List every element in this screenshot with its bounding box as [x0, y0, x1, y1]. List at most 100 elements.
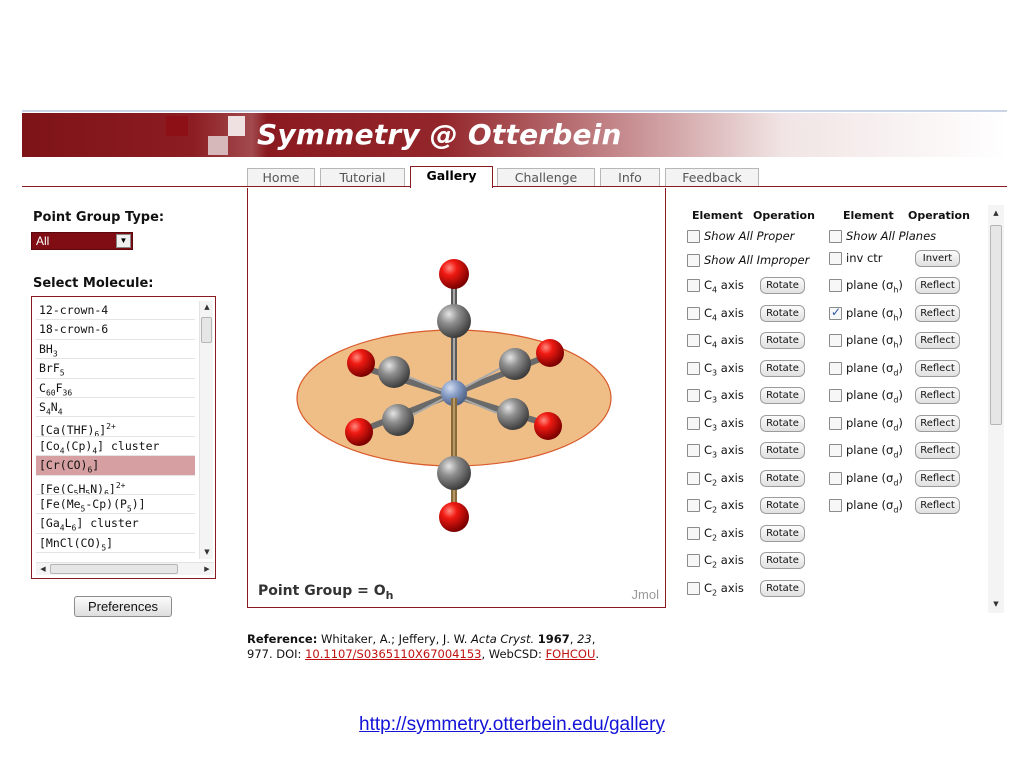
jmol-viewer[interactable]: Point Group = Oh Jmol: [247, 188, 666, 608]
symmetry-panel-scrollbar[interactable]: ▲ ▼: [988, 205, 1004, 613]
molecule-3d-model[interactable]: [248, 188, 667, 608]
reflect-button[interactable]: Reflect: [915, 304, 960, 322]
point-group-symbol: O: [373, 583, 386, 599]
reflect-button[interactable]: Reflect: [915, 277, 960, 294]
scroll-up-icon[interactable]: ▲: [989, 207, 1003, 220]
rotate-button[interactable]: Rotate: [760, 332, 805, 349]
molecule-list-item[interactable]: 12-crown-4: [36, 301, 195, 321]
symmetry-element-checkbox[interactable]: [829, 499, 842, 512]
rotate-button[interactable]: Rotate: [760, 277, 805, 294]
reflect-button[interactable]: Reflect: [915, 497, 960, 514]
rotate-button[interactable]: Rotate: [760, 497, 805, 514]
molecule-list-item[interactable]: 18-crown-6: [36, 320, 195, 340]
reflect-button[interactable]: Reflect: [915, 332, 960, 349]
molecule-list-item[interactable]: [Ca(THF)6]2+: [36, 417, 195, 437]
rotate-button[interactable]: Rotate: [760, 414, 805, 432]
tab-info[interactable]: Info: [600, 168, 660, 187]
webcsd-link[interactable]: FOHCOU: [546, 647, 596, 661]
molecule-list-item[interactable]: C60F36: [36, 379, 195, 398]
molecule-list-item[interactable]: [Co4(Cp)4] cluster: [36, 437, 195, 457]
molecule-list-item[interactable]: [Ga4L6] cluster: [36, 514, 195, 534]
molecule-list-vertical-scrollbar[interactable]: ▲ ▼: [199, 301, 213, 559]
symmetry-element-checkbox[interactable]: [829, 279, 842, 292]
symmetry-element-label: C2 axis: [704, 580, 744, 597]
symmetry-element-checkbox[interactable]: [829, 389, 842, 402]
symmetry-element-checkbox[interactable]: [687, 554, 700, 567]
tab-challenge[interactable]: Challenge: [497, 168, 595, 187]
rotate-button[interactable]: Rotate: [760, 524, 805, 542]
tab-feedback[interactable]: Feedback: [665, 168, 759, 187]
reference-citation: Reference: Whitaker, A.; Jeffery, J. W. …: [247, 632, 600, 661]
symmetry-element-checkbox[interactable]: [687, 499, 700, 512]
chevron-down-icon[interactable]: ▼: [116, 234, 131, 248]
symmetry-element-checkbox[interactable]: [687, 279, 700, 292]
reflect-button[interactable]: Reflect: [915, 387, 960, 404]
scrollbar-thumb[interactable]: [201, 317, 212, 343]
symmetry-element-checkbox[interactable]: [829, 416, 842, 430]
symmetry-element-checkbox[interactable]: [829, 444, 842, 457]
reference-pages: 977. DOI:: [247, 647, 306, 661]
symmetry-element-checkbox[interactable]: [829, 251, 842, 265]
scroll-right-icon[interactable]: ▶: [200, 563, 214, 576]
scroll-down-icon[interactable]: ▼: [989, 598, 1003, 611]
molecule-list-item[interactable]: BrF5: [36, 359, 195, 379]
show-all-improper-checkbox[interactable]: [687, 254, 700, 267]
doi-link[interactable]: 10.1107/S0365110X67004153: [305, 647, 481, 661]
molecule-listbox[interactable]: 12-crown-4 18-crown-6 BH3 BrF5 C60F36 S4N4 [Ca…: [31, 296, 216, 579]
reference-label: Reference:: [247, 632, 318, 646]
rotate-button[interactable]: Rotate: [760, 387, 805, 404]
symmetry-element-checkbox[interactable]: [829, 305, 842, 320]
invert-button[interactable]: Invert: [915, 249, 960, 267]
symmetry-element-label: C3 axis: [704, 415, 744, 432]
tab-tutorial[interactable]: Tutorial: [320, 168, 405, 187]
rotate-button[interactable]: Rotate: [760, 304, 805, 322]
reflect-button[interactable]: Reflect: [915, 469, 960, 487]
rotate-button[interactable]: Rotate: [760, 469, 805, 487]
symmetry-element-label: C4 axis: [704, 333, 744, 350]
symmetry-element-checkbox[interactable]: [829, 361, 842, 375]
tab-home[interactable]: Home: [247, 168, 315, 187]
molecule-list-item[interactable]: [Fe(Me5-Cp)(P5)]: [36, 495, 195, 515]
point-group-type-select[interactable]: All ▼: [31, 232, 133, 250]
symmetry-element-checkbox[interactable]: [687, 444, 700, 457]
symmetry-element-checkbox[interactable]: [829, 334, 842, 347]
show-all-planes-checkbox[interactable]: [829, 230, 842, 243]
column-header-operation: Operation: [753, 209, 815, 222]
scroll-up-icon[interactable]: ▲: [200, 301, 214, 314]
show-all-improper-label: Show All Improper: [704, 253, 810, 267]
molecule-list-item[interactable]: S4N4: [36, 398, 195, 418]
symmetry-element-checkbox[interactable]: [687, 361, 700, 375]
scrollbar-thumb[interactable]: [990, 225, 1002, 425]
point-group-type-value: All: [36, 234, 50, 248]
symmetry-element-checkbox[interactable]: [829, 471, 842, 485]
reflect-button[interactable]: Reflect: [915, 414, 960, 432]
scrollbar-thumb[interactable]: [50, 564, 178, 574]
molecule-list-item[interactable]: [Cr(CO)6]: [36, 456, 195, 476]
rotate-button[interactable]: Rotate: [760, 359, 805, 377]
scroll-left-icon[interactable]: ◀: [36, 563, 50, 576]
scroll-down-icon[interactable]: ▼: [200, 546, 214, 559]
rotate-button[interactable]: Rotate: [760, 552, 805, 569]
tab-gallery[interactable]: Gallery: [410, 166, 493, 188]
molecule-list-item[interactable]: BH3: [36, 340, 195, 360]
jmol-watermark: Jmol: [631, 587, 659, 602]
preferences-button[interactable]: Preferences: [74, 596, 172, 617]
symmetry-element-checkbox[interactable]: [687, 334, 700, 347]
symmetry-element-checkbox[interactable]: [687, 306, 700, 320]
symmetry-element-checkbox[interactable]: [687, 526, 700, 540]
symmetry-element-checkbox[interactable]: [687, 389, 700, 402]
molecule-list-item[interactable]: [Fe(C5H5N)6]2+: [36, 476, 195, 495]
rotate-button[interactable]: Rotate: [760, 579, 805, 597]
molecule-list-item[interactable]: [MnCl(CO)5]: [36, 534, 195, 554]
molecule-list-horizontal-scrollbar[interactable]: ◀ ▶: [36, 562, 214, 575]
oxygen-atom: [439, 502, 469, 532]
reflect-button[interactable]: Reflect: [915, 442, 960, 459]
symmetry-element-checkbox[interactable]: [687, 581, 700, 595]
symmetry-element-checkbox[interactable]: [687, 471, 700, 485]
show-all-proper-checkbox[interactable]: [687, 230, 700, 243]
reflect-button[interactable]: Reflect: [915, 359, 960, 377]
symmetry-element-checkbox[interactable]: [687, 416, 700, 430]
rotate-button[interactable]: Rotate: [760, 442, 805, 459]
footer-url-link[interactable]: http://symmetry.otterbein.edu/gallery: [0, 714, 1024, 736]
symmetry-element-label: C4 axis: [704, 278, 744, 295]
